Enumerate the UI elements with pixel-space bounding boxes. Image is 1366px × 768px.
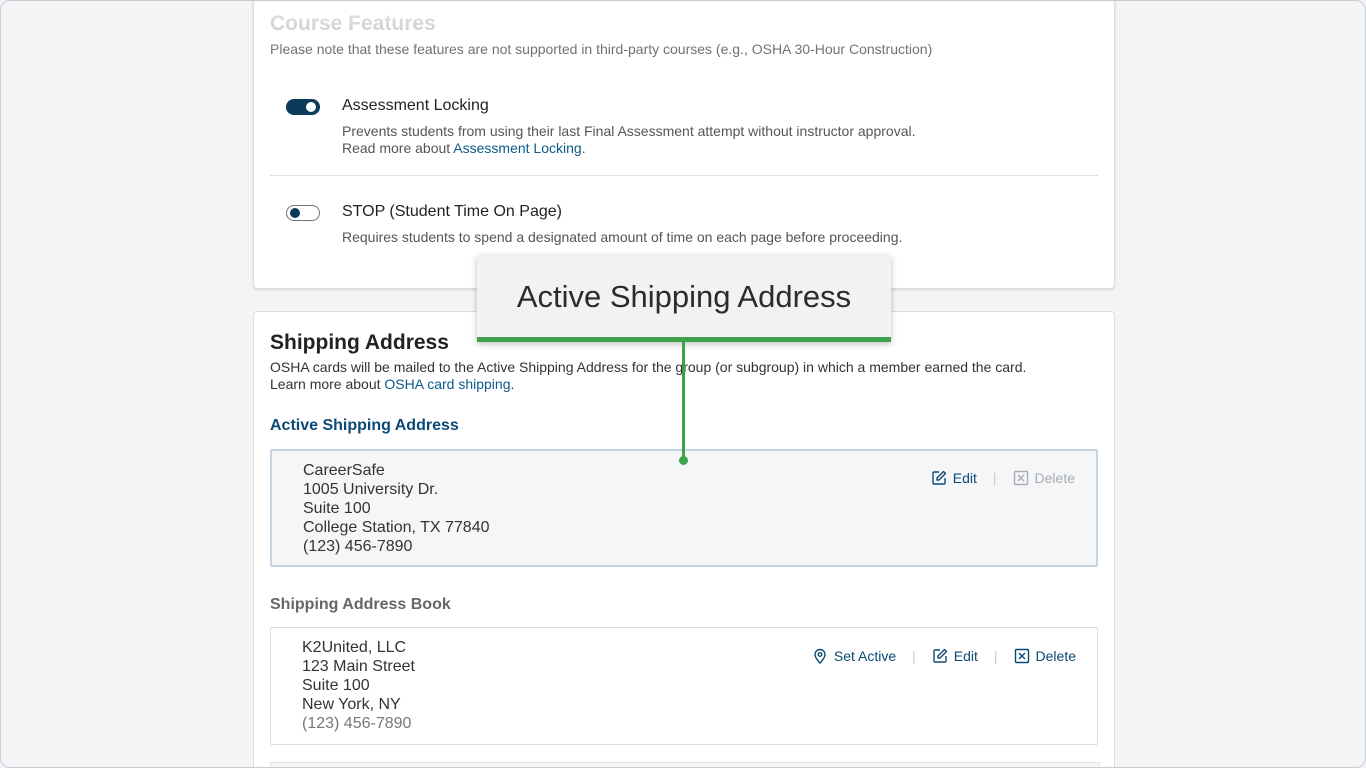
address-phone: (123) 456-7890 bbox=[302, 715, 412, 732]
toggle-knob bbox=[306, 102, 316, 112]
feature-divider bbox=[270, 175, 1098, 176]
address-city: New York, NY bbox=[302, 696, 401, 713]
edit-label: Edit bbox=[953, 648, 978, 664]
assessment-locking-title: Assessment Locking bbox=[342, 97, 489, 114]
shipping-address-description: OSHA cards will be mailed to the Active … bbox=[270, 359, 1027, 375]
action-separator: | bbox=[912, 648, 916, 664]
edit-button[interactable]: Edit bbox=[931, 470, 977, 486]
delete-button-disabled: Delete bbox=[1013, 470, 1075, 486]
assessment-locking-link[interactable]: Assessment Locking bbox=[453, 140, 581, 156]
address-street: 1005 University Dr. bbox=[303, 481, 439, 498]
assessment-locking-toggle[interactable] bbox=[286, 99, 320, 115]
active-address-actions: Edit | Delete bbox=[931, 470, 1075, 486]
map-pin-icon bbox=[814, 648, 826, 664]
course-features-title: Course Features bbox=[270, 12, 436, 35]
address-street: 123 Main Street bbox=[302, 658, 415, 675]
address-city: College Station, TX 77840 bbox=[303, 519, 490, 536]
address-suite: Suite 100 bbox=[302, 677, 370, 694]
callout-text: Active Shipping Address bbox=[516, 279, 852, 314]
assessment-locking-read-more: Read more about Assessment Locking. bbox=[342, 140, 586, 157]
course-features-subtitle: Please note that these features are not … bbox=[270, 41, 933, 57]
active-address: CareerSafe 1005 University Dr. Suite 100… bbox=[303, 461, 490, 556]
osha-card-shipping-link[interactable]: OSHA card shipping bbox=[384, 376, 510, 392]
stop-toggle[interactable] bbox=[286, 205, 320, 221]
read-more-suffix: . bbox=[581, 140, 586, 156]
delete-label: Delete bbox=[1035, 648, 1076, 664]
callout-pointer-dot bbox=[679, 456, 688, 465]
book-address: K2United, LLC 123 Main Street Suite 100 … bbox=[302, 638, 415, 733]
address-suite: Suite 100 bbox=[303, 500, 371, 517]
edit-icon bbox=[933, 648, 947, 663]
callout-label: Active Shipping Address bbox=[477, 255, 891, 342]
stop-title: STOP (Student Time On Page) bbox=[342, 203, 562, 220]
stop-description: Requires students to spend a designated … bbox=[342, 229, 903, 245]
page-frame: Course Features Please note that these f… bbox=[0, 0, 1366, 768]
delete-icon bbox=[1014, 648, 1029, 664]
learn-more-prefix: Learn more about bbox=[270, 376, 385, 392]
next-address-box-partial bbox=[270, 762, 1100, 767]
address-book-heading: Shipping Address Book bbox=[270, 596, 451, 613]
edit-icon bbox=[932, 470, 946, 485]
edit-label: Edit bbox=[952, 470, 977, 486]
read-more-prefix: Read more about bbox=[342, 140, 454, 156]
active-address-box: CareerSafe 1005 University Dr. Suite 100… bbox=[270, 449, 1098, 567]
assessment-locking-description: Prevents students from using their last … bbox=[342, 123, 916, 139]
delete-label: Delete bbox=[1034, 470, 1075, 486]
toggle-knob bbox=[290, 208, 300, 218]
address-name: CareerSafe bbox=[303, 462, 385, 479]
address-name: K2United, LLC bbox=[302, 639, 407, 656]
set-active-label: Set Active bbox=[833, 648, 897, 664]
learn-more-suffix: . bbox=[510, 376, 515, 392]
active-shipping-heading: Active Shipping Address bbox=[270, 417, 459, 434]
shipping-learn-more: Learn more about OSHA card shipping. bbox=[270, 376, 514, 393]
callout-pointer-line bbox=[682, 341, 685, 460]
action-separator: | bbox=[993, 648, 998, 664]
action-separator: | bbox=[992, 470, 997, 486]
shipping-address-title: Shipping Address bbox=[270, 331, 449, 354]
edit-button[interactable]: Edit bbox=[932, 648, 978, 664]
address-phone: (123) 456-7890 bbox=[303, 538, 413, 555]
book-address-actions: Set Active | Edit | Delete bbox=[812, 648, 1076, 664]
delete-icon bbox=[1013, 470, 1028, 486]
delete-button[interactable]: Delete bbox=[1014, 648, 1076, 664]
set-active-button[interactable]: Set Active bbox=[812, 648, 896, 664]
address-book-entry: K2United, LLC 123 Main Street Suite 100 … bbox=[270, 627, 1098, 745]
course-features-card: Course Features Please note that these f… bbox=[253, 1, 1115, 289]
